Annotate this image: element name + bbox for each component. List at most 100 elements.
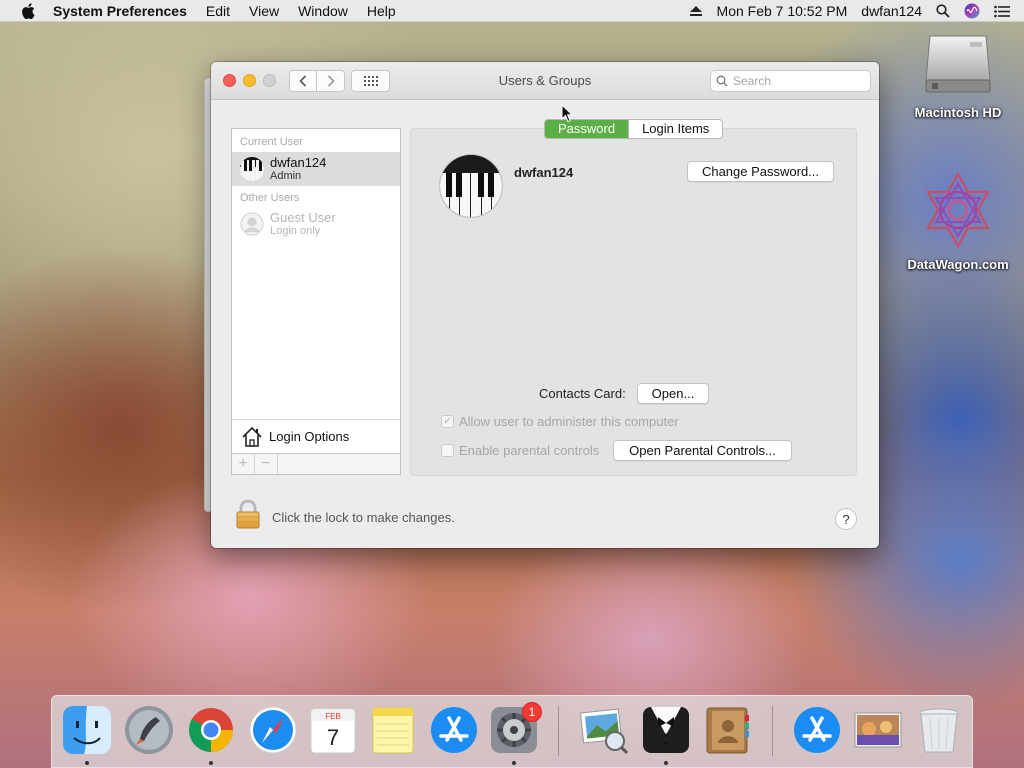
dock-safari[interactable]: [248, 705, 298, 755]
user-row-guest[interactable]: Guest User Login only: [232, 207, 400, 241]
desktop-icon-datawagon[interactable]: DataWagon.com: [898, 170, 1018, 272]
piano-avatar-icon: [240, 157, 264, 181]
dock-photo-stack[interactable]: [853, 705, 903, 755]
navigation-buttons: [289, 70, 345, 92]
safari-icon: [249, 706, 297, 754]
users-groups-window: Users & Groups Current User dwfan124 Adm…: [211, 62, 879, 548]
notification-center-icon[interactable]: [994, 5, 1010, 18]
remove-user-button[interactable]: −: [255, 454, 278, 474]
dock-separator: [558, 706, 559, 756]
menu-help[interactable]: Help: [367, 3, 396, 19]
lock-message: Click the lock to make changes.: [272, 510, 455, 525]
dock-notes[interactable]: [368, 705, 418, 755]
photo-stack-icon: [854, 712, 902, 748]
chevron-left-icon: [299, 75, 307, 87]
notes-icon: [372, 707, 414, 754]
change-password-button[interactable]: Change Password...: [687, 161, 834, 182]
eject-icon[interactable]: [689, 5, 703, 17]
account-username: dwfan124: [514, 165, 574, 180]
menu-datetime[interactable]: Mon Feb 7 10:52 PM: [717, 3, 848, 19]
user-name: Guest User: [270, 209, 336, 225]
piano-keys-icon: [440, 155, 502, 217]
login-options-row[interactable]: Login Options: [232, 419, 400, 453]
menu-edit[interactable]: Edit: [206, 3, 230, 19]
menu-app-name[interactable]: System Preferences: [53, 3, 187, 19]
hard-drive-icon: [922, 32, 994, 99]
desktop-icon-label: Macintosh HD: [914, 105, 1002, 120]
menu-user[interactable]: dwfan124: [861, 3, 922, 19]
contacts-card-label: Contacts Card:: [539, 386, 626, 401]
desktop-icon-macintosh-hd[interactable]: Macintosh HD: [898, 32, 1018, 120]
add-remove-bar: + −: [232, 453, 400, 474]
user-role: Login only: [270, 224, 321, 237]
dock-preview[interactable]: [579, 705, 629, 755]
house-icon: [241, 426, 263, 448]
user-row-current[interactable]: dwfan124 Admin: [232, 152, 400, 186]
spotlight-icon[interactable]: [936, 4, 950, 18]
search-field[interactable]: [710, 70, 871, 92]
dock-system-preferences[interactable]: 1: [489, 702, 542, 765]
calendar-icon: FEB 7: [310, 708, 356, 754]
search-input[interactable]: [733, 74, 863, 88]
siri-icon[interactable]: [964, 3, 980, 19]
dock-bartender[interactable]: [641, 705, 691, 765]
dock-app-store-downloads[interactable]: [792, 705, 842, 755]
guest-user-icon: [240, 212, 264, 236]
open-contacts-button[interactable]: Open...: [637, 383, 709, 404]
back-button[interactable]: [289, 70, 317, 92]
app-store-downloads-icon: [794, 707, 840, 753]
dock-calendar[interactable]: FEB 7: [308, 705, 358, 755]
menu-extras: Mon Feb 7 10:52 PM dwfan124: [689, 0, 1024, 22]
search-icon: [716, 75, 728, 87]
dock-app-store[interactable]: [429, 705, 479, 755]
tab-password[interactable]: Password: [545, 120, 629, 138]
allow-admin-row: ✓ Allow user to administer this computer: [441, 414, 679, 429]
dock-trash[interactable]: [914, 705, 964, 755]
menu-view[interactable]: View: [249, 3, 279, 19]
dock-launchpad[interactable]: [124, 705, 174, 755]
login-options-label: Login Options: [269, 429, 350, 444]
dock-contacts[interactable]: [702, 705, 752, 755]
chrome-icon: [189, 708, 233, 752]
user-picture[interactable]: [440, 155, 502, 217]
dock-separator: [772, 706, 773, 756]
help-button[interactable]: ?: [835, 508, 857, 530]
chevron-right-icon: [327, 75, 335, 87]
allow-admin-label: Allow user to administer this computer: [459, 414, 679, 429]
menu-bar: System Preferences Edit View Window Help…: [0, 0, 1024, 22]
zoom-button[interactable]: [263, 74, 276, 87]
add-user-button[interactable]: +: [232, 454, 255, 474]
dock-chrome[interactable]: [186, 705, 236, 765]
desktop-icon-label: DataWagon.com: [907, 257, 1009, 272]
parental-controls-checkbox[interactable]: [441, 444, 454, 457]
calendar-day: 7: [327, 725, 339, 750]
bartender-icon: [643, 707, 689, 753]
calendar-month: FEB: [325, 712, 341, 721]
user-name: dwfan124: [270, 154, 327, 170]
menu-window[interactable]: Window: [298, 3, 348, 19]
forward-button[interactable]: [317, 70, 345, 92]
parental-controls-row: Enable parental controls: [441, 443, 599, 458]
show-all-button[interactable]: [351, 70, 390, 92]
other-users-header: Other Users: [240, 192, 300, 204]
dock-finder[interactable]: [62, 705, 112, 765]
allow-admin-checkbox[interactable]: ✓: [441, 415, 454, 428]
parental-controls-label: Enable parental controls: [459, 443, 600, 458]
close-button[interactable]: [223, 74, 236, 87]
current-user-header: Current User: [240, 136, 303, 148]
dock: FEB 7 1: [51, 695, 973, 768]
apple-icon[interactable]: [20, 2, 36, 20]
lock-icon[interactable]: [235, 499, 261, 529]
finder-icon: [63, 706, 111, 754]
contacts-icon: [706, 707, 749, 754]
datawagon-icon: [918, 170, 998, 253]
minimize-button[interactable]: [243, 74, 256, 87]
open-parental-controls-button[interactable]: Open Parental Controls...: [613, 440, 792, 461]
trash-icon: [919, 708, 959, 753]
mouse-cursor-icon: [561, 103, 574, 123]
launchpad-icon: [125, 706, 173, 754]
tab-login-items[interactable]: Login Items: [628, 120, 722, 138]
user-list: Current User dwfan124 Admin Other Users: [231, 128, 401, 475]
user-role: Admin: [270, 169, 302, 182]
grid-icon: [363, 76, 378, 86]
